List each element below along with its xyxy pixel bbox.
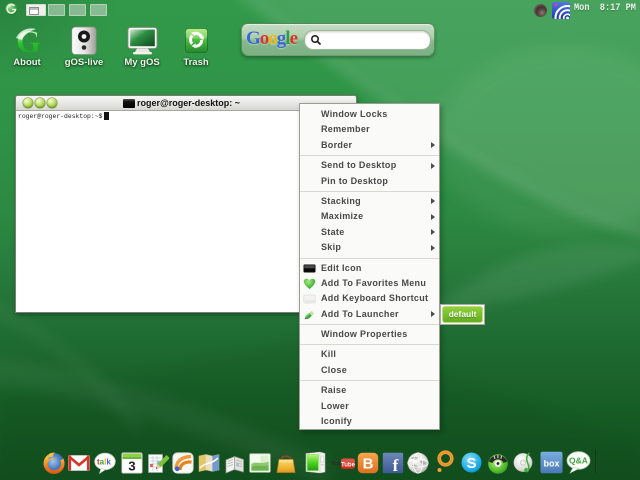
svg-text:f: f: [393, 456, 399, 474]
svg-text:3: 3: [128, 459, 135, 474]
svg-text:Q&A: Q&A: [569, 456, 588, 466]
svg-text:Tube: Tube: [341, 463, 355, 469]
svg-text:S: S: [466, 455, 476, 472]
svg-text:B: B: [362, 456, 373, 473]
svg-text:box: box: [543, 459, 559, 469]
svg-text:talk: talk: [97, 458, 111, 467]
